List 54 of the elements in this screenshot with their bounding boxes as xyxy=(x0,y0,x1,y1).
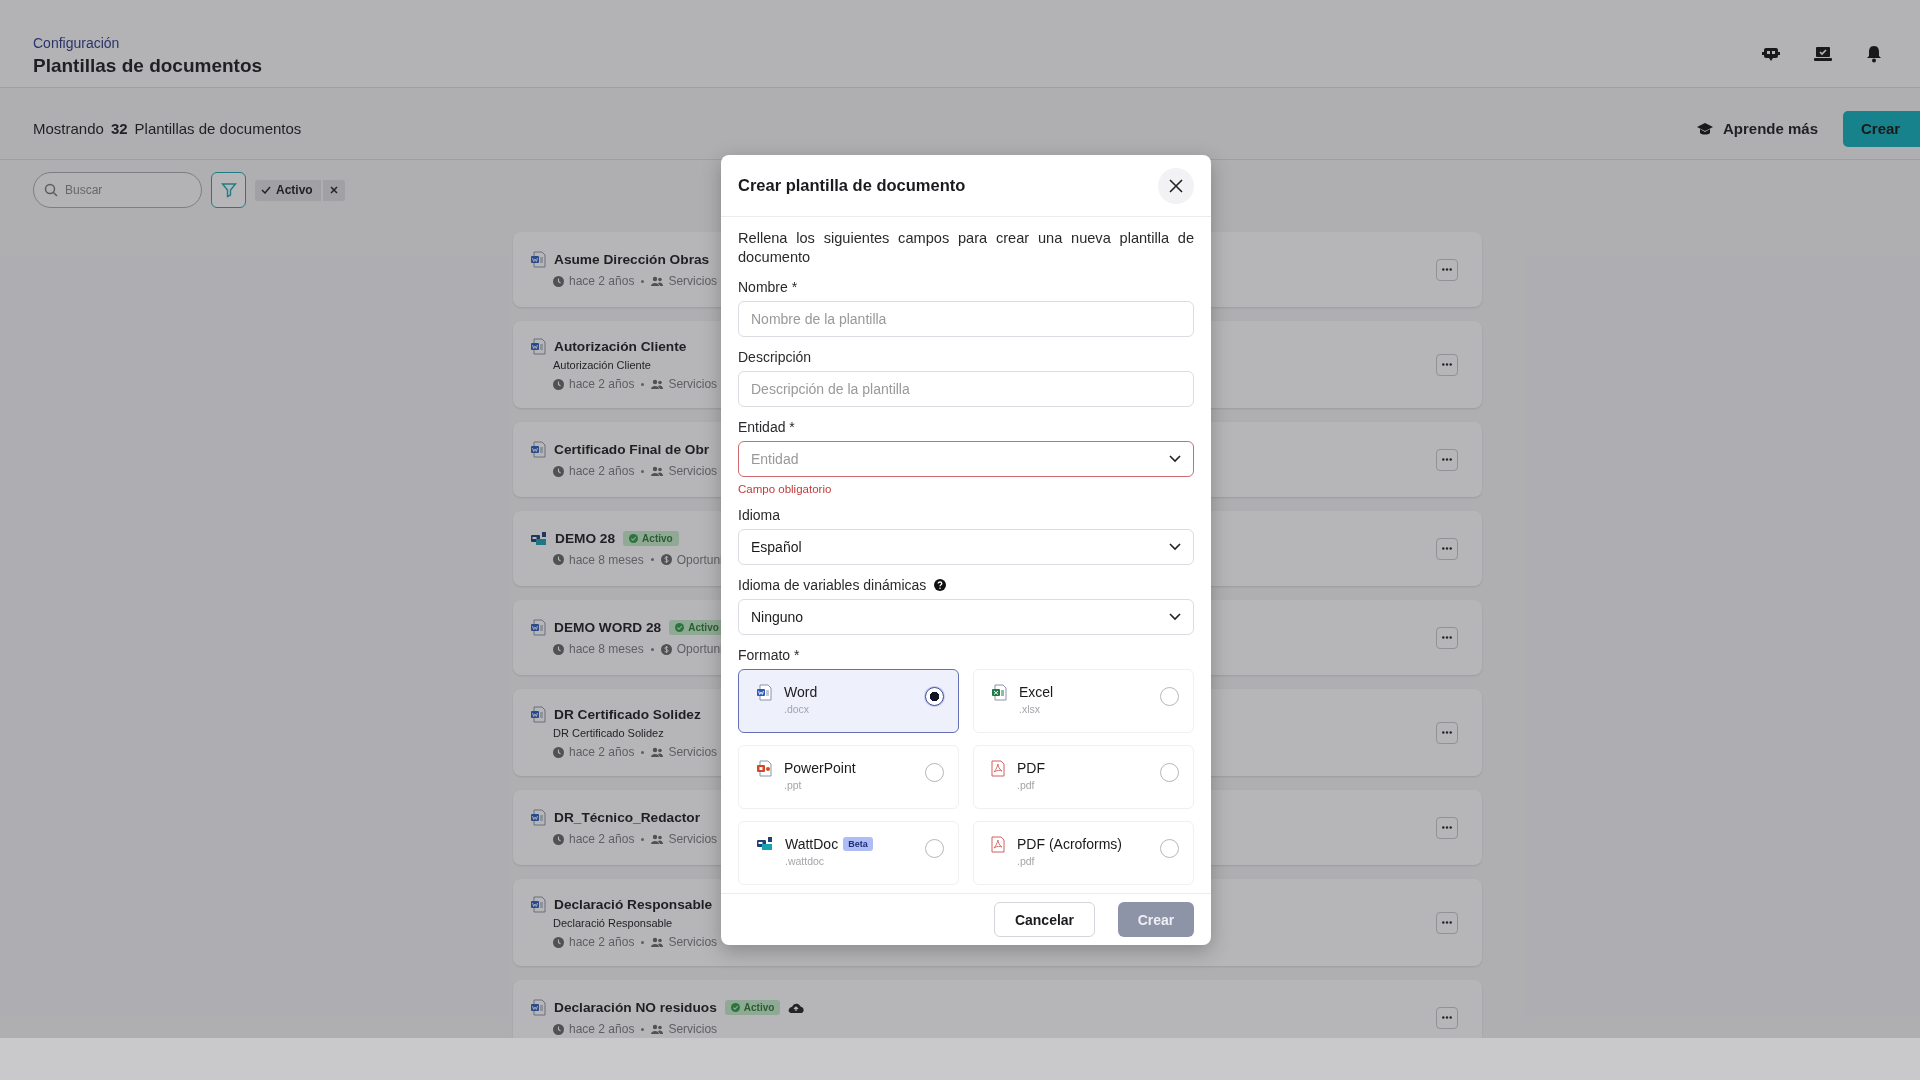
updated-time: hace 2 años xyxy=(569,377,635,391)
updated-time: hace 8 meses xyxy=(569,552,644,567)
field-label: Entidad * xyxy=(738,419,795,435)
template-description: Declaració Responsable xyxy=(552,917,674,929)
department-label: Servicios xyxy=(668,935,718,949)
field-label: Formato * xyxy=(738,647,801,663)
department-label: Servicios xyxy=(668,832,718,846)
department-label: Servicios xyxy=(668,274,718,288)
template-title: Asume Dirección Obras xyxy=(554,252,710,267)
template-count: 32 xyxy=(110,120,128,137)
updated-time: hace 2 años xyxy=(569,274,635,288)
department-label: Servicios xyxy=(668,464,718,478)
template-title: DR Certificado Solidez xyxy=(554,707,701,722)
format-extension: .xlsx xyxy=(1019,703,1041,715)
updated-time: hace 2 años xyxy=(569,464,635,478)
showing-label: Plantillas de documentos xyxy=(134,120,302,137)
field-label: Nombre * xyxy=(738,279,798,295)
updated-time: hace 2 años xyxy=(569,935,635,949)
updated-time: hace 2 años xyxy=(569,832,635,846)
template-title: DR_Técnico_Redactor xyxy=(554,810,701,825)
template-description: Autorización Cliente xyxy=(552,359,652,371)
updated-time: hace 2 años xyxy=(569,1022,635,1036)
beta-badge: Beta xyxy=(843,837,873,851)
format-name: PDF (Acroforms) xyxy=(1017,836,1122,852)
format-extension: .pdf xyxy=(1017,855,1036,867)
format-name: PDF xyxy=(1017,760,1045,776)
template-title: Certificado Final de Obr xyxy=(554,442,710,457)
department-label: Servicios xyxy=(668,1022,718,1036)
updated-time: hace 2 años xyxy=(569,745,635,759)
template-description: DR Certificado Solidez xyxy=(552,727,665,739)
template-title: DEMO 28 xyxy=(555,531,616,546)
template-title: DEMO WORD 28 xyxy=(554,620,662,635)
field-label: Idioma xyxy=(738,507,781,523)
status-badge: Activo xyxy=(724,1000,781,1015)
status-badge: Activo xyxy=(623,531,679,546)
department-label: Servicios xyxy=(668,745,718,759)
format-extension: .docx xyxy=(784,703,811,715)
format-extension: .ppt xyxy=(784,779,803,791)
department-label: Servicios xyxy=(668,377,718,391)
dialog-description: Rellena los siguientes campos para crear una nueva plantilla de documento xyxy=(738,229,1194,267)
showing-label: Mostrando xyxy=(33,120,104,137)
updated-time: hace 8 meses xyxy=(569,642,644,656)
format-name: WattDoc xyxy=(785,836,839,852)
dialog-title: Crear plantilla de documento xyxy=(738,176,966,195)
error-message: Campo obligatorio xyxy=(738,483,833,495)
page-title: Plantillas de documentos xyxy=(33,54,263,77)
format-extension: .pdf xyxy=(1017,779,1036,791)
template-title: Declaració Responsable xyxy=(554,897,713,912)
template-title: Autorización Cliente xyxy=(554,339,687,354)
format-name: PowerPoint xyxy=(784,760,856,776)
template-title: Declaración NO residuos xyxy=(554,1000,717,1015)
field-label: Descripción xyxy=(738,349,812,365)
field-label: Idioma de variables dinámicas xyxy=(738,577,927,593)
format-extension: .wattdoc xyxy=(785,855,826,867)
